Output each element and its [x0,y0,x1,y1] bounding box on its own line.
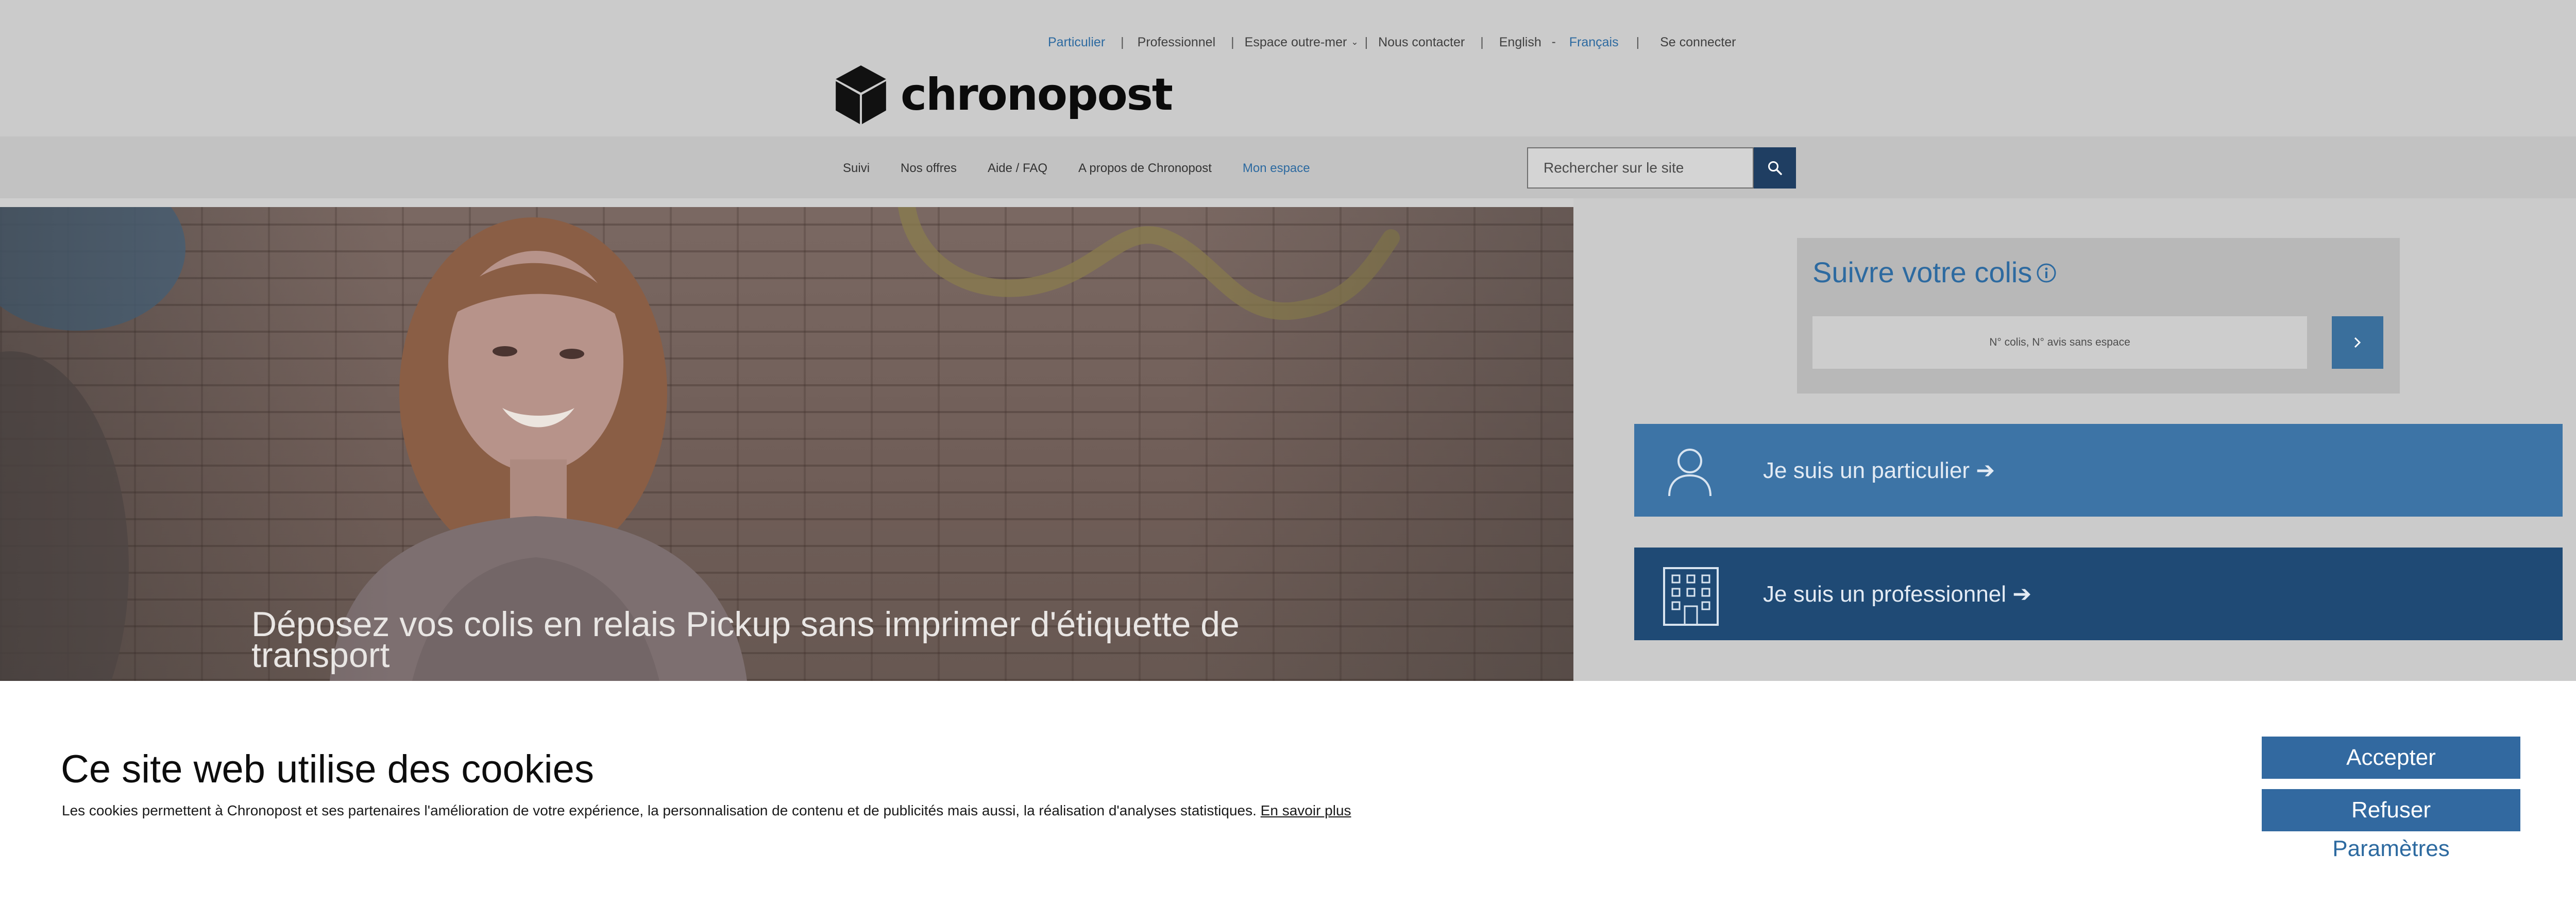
card-professionnel[interactable]: Je suis un professionnel ➔ [1634,548,2563,640]
language-dash: - [1551,35,1556,49]
tracking-title: Suivre votre colis [1812,256,2032,288]
tracking-number-input[interactable] [1812,316,2307,369]
person-icon [1668,449,1711,497]
chevron-right-icon [2354,337,2361,348]
main-nav-items: Suivi Nos offres Aide / FAQ A propos de … [843,157,1341,180]
link-professionnel[interactable]: Professionnel [1138,35,1215,50]
card-particulier[interactable]: Je suis un particulier ➔ [1634,424,2563,517]
cookie-banner: Ce site web utilise des cookies Les cook… [0,681,2576,923]
language-francais[interactable]: Français [1569,35,1619,50]
cookie-title: Ce site web utilise des cookies [61,747,594,791]
cookie-settings-button[interactable]: Paramètres [2262,833,2520,864]
link-se-connecter[interactable]: Se connecter [1660,35,1736,50]
link-nous-contacter[interactable]: Nous contacter [1378,35,1465,50]
link-particulier[interactable]: Particulier [1048,35,1105,50]
chronopost-logo[interactable]: chronopost [835,64,1173,126]
building-icon [1663,567,1719,626]
nav-nos-offres[interactable]: Nos offres [901,161,957,176]
espace-outre-mer-label: Espace outre-mer [1244,35,1347,49]
language-english[interactable]: English [1499,35,1541,50]
tracking-widget: Suivre votre colis [1797,238,2400,394]
site-search [1527,147,1796,189]
nav-mon-espace[interactable]: Mon espace [1243,161,1310,176]
cookie-accept-button[interactable]: Accepter [2262,737,2520,779]
hero-title: Déposez vos colis en relais Pickup sans … [251,605,1240,675]
cookie-refuse-button[interactable]: Refuser [2262,789,2520,831]
cube-logo-icon [836,65,886,124]
search-button[interactable] [1754,147,1796,189]
hero-banner[interactable]: Déposez vos colis en relais Pickup sans … [0,207,1573,681]
separator: | [1636,35,1640,49]
nav-suivi[interactable]: Suivi [843,161,870,176]
card-professionnel-label: Je suis un professionnel ➔ [1763,581,2032,607]
chevron-down-icon: ⌄ [1351,37,1359,47]
cookie-text: Les cookies permettent à Chronopost et s… [62,802,1257,818]
card-particulier-label: Je suis un particulier ➔ [1763,457,1995,483]
separator: | [1364,35,1368,49]
tracking-submit-button[interactable] [2332,316,2383,369]
top-links: Particulier | Professionnel | Espace out… [1048,32,1736,53]
separator: | [1121,35,1124,49]
info-icon[interactable] [2036,263,2057,283]
cookie-learn-more-link[interactable]: En savoir plus [1261,802,1351,818]
separator: | [1480,35,1484,49]
cookie-description: Les cookies permettent à Chronopost et s… [62,802,1351,819]
separator: | [1231,35,1234,49]
link-espace-outre-mer[interactable]: Espace outre-mer ⌄ [1245,35,1359,50]
top-utility-bar [0,0,2576,136]
nav-aide-faq[interactable]: Aide / FAQ [988,161,1047,176]
search-icon [1768,161,1782,175]
nav-a-propos[interactable]: A propos de Chronopost [1078,161,1212,176]
search-input[interactable] [1527,147,1754,189]
logo-wordmark: chronopost [901,69,1173,121]
